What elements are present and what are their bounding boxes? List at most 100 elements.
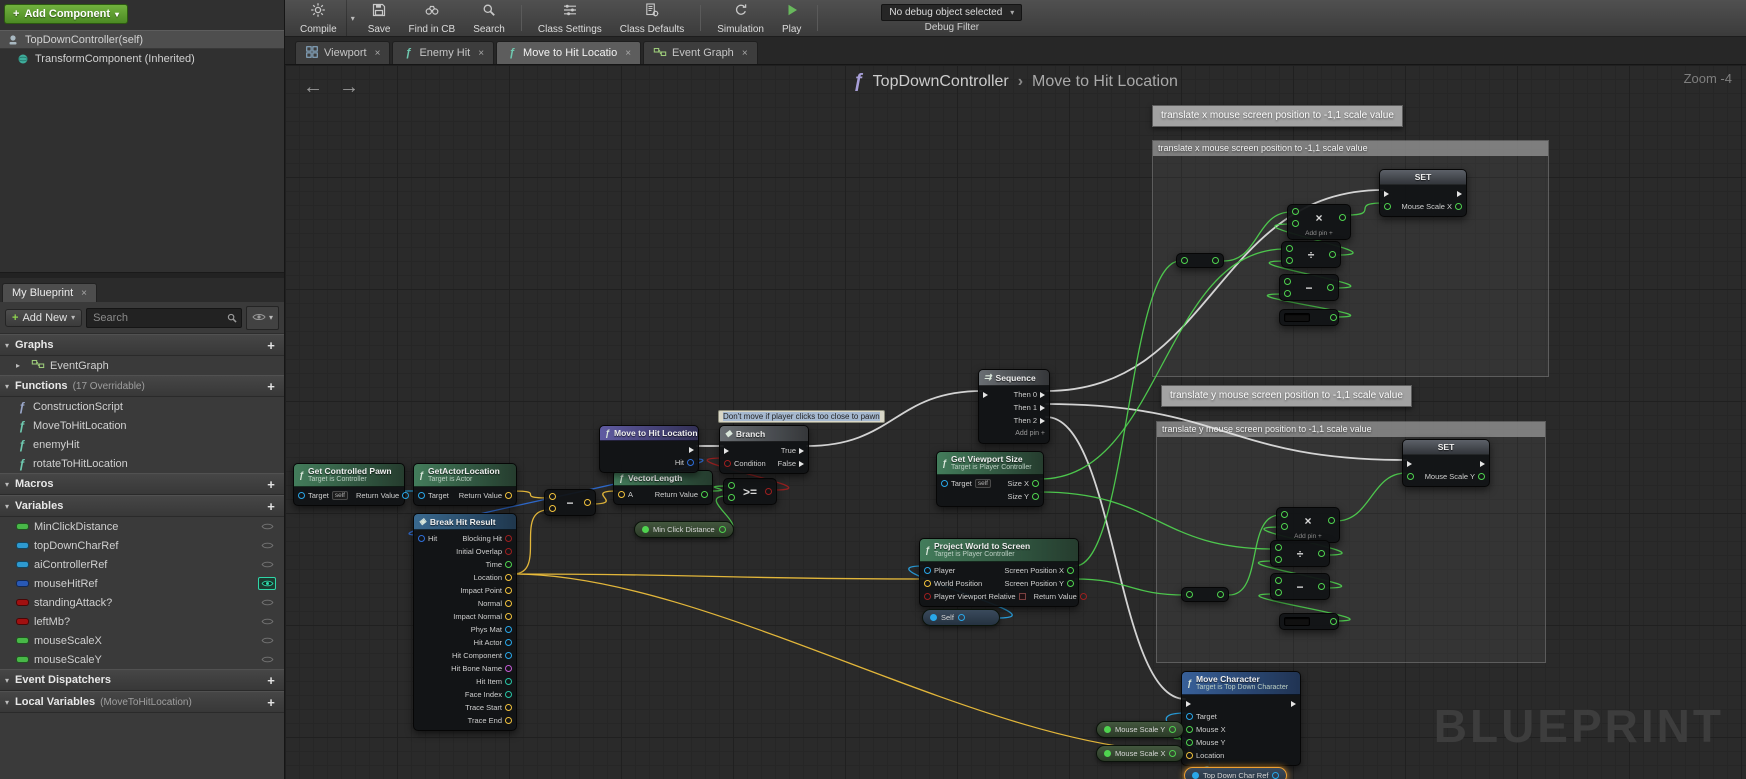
node-set-mouse-scale-y[interactable]: SET Mouse Scale Y [1402,439,1490,487]
pin[interactable] [1292,208,1299,215]
pin[interactable] [1272,772,1280,779]
self-value-box[interactable]: self [974,479,991,488]
add-pin-button[interactable]: Add pin + [1288,230,1350,239]
pin[interactable] [1079,593,1087,600]
node-header[interactable]: ⇉ Sequence [979,370,1049,386]
pin[interactable] [1067,580,1074,587]
add-variables-button[interactable]: + [263,499,279,514]
pin[interactable] [1186,752,1193,759]
node-header[interactable]: ◈ Break Hit Result [414,514,516,530]
simulation-button[interactable]: Simulation [708,0,773,36]
node-greater-equal[interactable]: >= [723,478,777,505]
add-new-button[interactable]: + Add New ▾ [5,308,83,327]
pin[interactable] [1275,589,1282,596]
add-macros-button[interactable]: + [263,477,279,492]
pin[interactable] [584,499,591,506]
list-item-enemyhit[interactable]: ƒ enemyHit [0,435,284,454]
node-conv-x[interactable] [1176,253,1224,268]
pin[interactable] [1186,726,1193,733]
pin[interactable] [1407,473,1414,480]
pin[interactable] [1329,251,1336,258]
pin[interactable] [1284,290,1291,297]
pin[interactable] [1478,473,1485,480]
list-item-topdowncharref[interactable]: topDownCharRef [0,536,284,555]
exec-pin[interactable] [799,447,804,454]
node-multiply-x[interactable]: × Add pin + [1287,204,1351,240]
pin[interactable] [505,535,512,542]
pin[interactable] [728,494,735,501]
breadcrumb-root[interactable]: TopDownController [873,73,1009,91]
search-button[interactable]: Search [464,0,514,36]
node-literal-y[interactable] [1279,613,1339,630]
list-item-minclickdistance[interactable]: MinClickDistance [0,517,284,536]
section-graphs[interactable]: ▾ Graphs + [0,334,284,356]
add-functions-button[interactable]: + [263,379,279,394]
exec-pin[interactable] [1040,417,1045,424]
pin[interactable] [1327,284,1334,291]
pin[interactable] [505,704,512,711]
tab-viewport[interactable]: Viewport × [295,41,391,64]
pin[interactable] [1275,577,1282,584]
exec-pin[interactable] [1407,460,1412,467]
value-input[interactable] [1284,313,1310,322]
pin[interactable] [1286,257,1293,264]
pin[interactable] [1339,214,1346,221]
node-mouse-scale-y-get[interactable]: Mouse Scale Y [1096,721,1185,738]
pin[interactable] [924,593,931,600]
pin[interactable] [765,488,772,495]
node-header[interactable]: ◆ Branch [720,426,808,442]
tab-event-graph[interactable]: Event Graph × [643,41,758,64]
pin[interactable] [505,717,512,724]
list-item-mousehitref[interactable]: mouseHitRef [0,574,284,593]
node-break-hit-result[interactable]: ◈ Break Hit Result Hit Blocking Hit Initial … [413,513,517,731]
node-subtract-y[interactable]: − [1270,573,1330,600]
pin[interactable] [1186,713,1193,720]
pin[interactable] [1217,591,1224,598]
pin[interactable] [1281,523,1288,530]
section-functions[interactable]: ▾ Functions (17 Overridable) + [0,375,284,397]
view-options-button[interactable]: ▾ [245,305,279,330]
list-item-leftmb[interactable]: leftMb? [0,612,284,631]
chevron-down-icon[interactable]: ▾ [345,0,359,36]
close-icon[interactable]: × [81,288,87,299]
exec-pin[interactable] [724,447,729,454]
node-move-character[interactable]: ƒ Move Character Target is Top Down Charac… [1181,671,1301,766]
exec-pin[interactable] [689,446,694,453]
pin[interactable] [957,614,965,621]
graph-canvas[interactable]: BLUEPRINT translate x mouse screen posit… [285,64,1746,779]
node-branch[interactable]: ◆ Branch True Condition False Don't move if p… [718,410,885,474]
pin[interactable] [687,459,694,466]
pin[interactable] [1330,618,1337,625]
visibility-toggle[interactable] [258,596,276,609]
section-variables[interactable]: ▾ Variables + [0,495,284,517]
add-event-dispatchers-button[interactable]: + [263,673,279,688]
pin[interactable] [505,574,512,581]
node-self-get[interactable]: Self [922,609,1000,626]
node-literal-x[interactable] [1279,309,1339,326]
list-item-eventgraph[interactable]: ▸ EventGraph [0,356,284,375]
node-vector-subtract[interactable]: − [544,489,596,516]
pin[interactable] [1169,750,1177,757]
save-button[interactable]: Save [359,0,400,36]
exec-pin[interactable] [1457,190,1462,197]
node-sequence[interactable]: ⇉ Sequence Then 0 Then 1 Then 2 Add pin + [978,369,1050,444]
tab-my-blueprint[interactable]: My Blueprint × [2,283,97,302]
pin[interactable] [505,600,512,607]
visibility-toggle[interactable] [258,615,276,628]
pin[interactable] [1181,257,1188,264]
node-move-to-hit-location[interactable]: ƒ Move to Hit Location Hit [599,425,699,473]
pin[interactable] [1455,203,1462,210]
pin[interactable] [1292,220,1299,227]
node-get-controlled-pawn[interactable]: ƒ Get Controlled Pawn Target is Controller… [293,463,410,506]
pin[interactable] [418,492,425,499]
visibility-toggle[interactable] [258,539,276,552]
node-header[interactable]: SET [1380,170,1466,185]
search-input[interactable] [86,307,242,328]
component-item-transformcomponent-inherited[interactable]: TransformComponent (Inherited) [0,49,284,68]
add-component-button[interactable]: + Add Component ▾ [4,4,128,24]
pin[interactable] [924,580,931,587]
pin[interactable] [505,665,512,672]
pin[interactable] [505,492,512,499]
pin[interactable] [1067,567,1074,574]
pin[interactable] [728,482,735,489]
